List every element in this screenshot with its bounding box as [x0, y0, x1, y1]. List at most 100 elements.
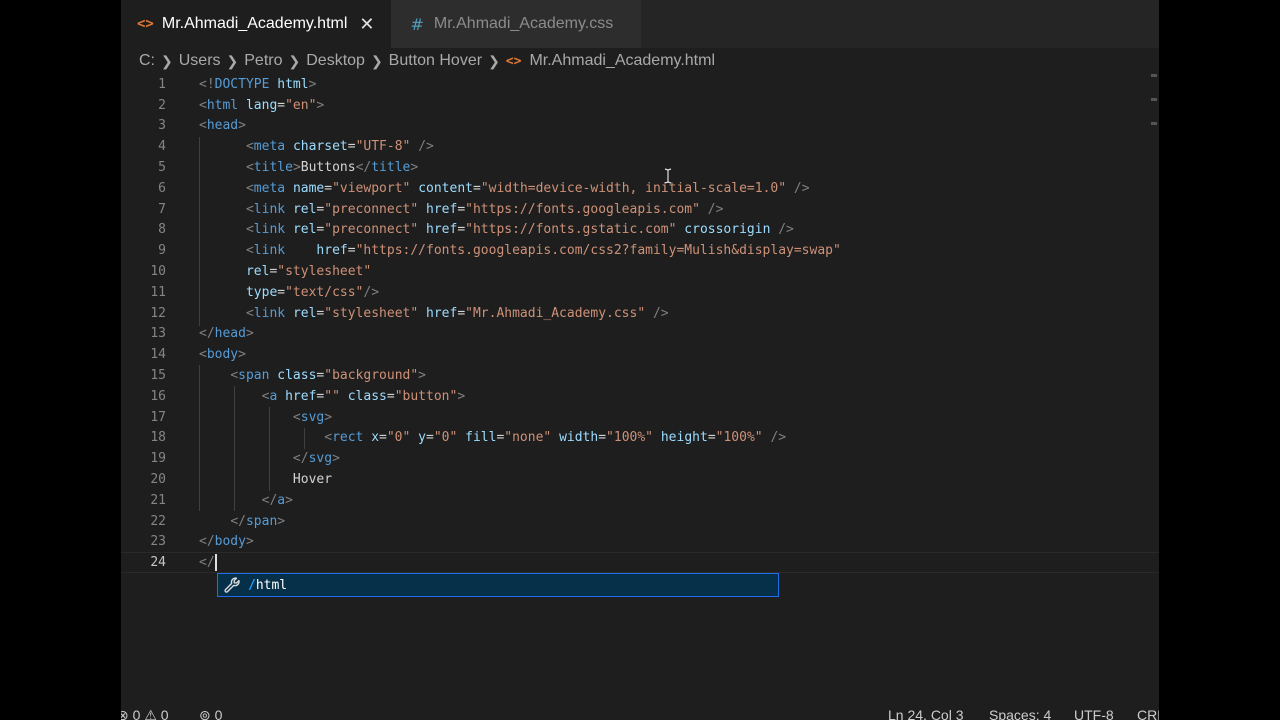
line-number: 18: [150, 430, 166, 446]
breadcrumb-item[interactable]: Petro: [244, 52, 282, 70]
breadcrumb-item[interactable]: C:: [139, 52, 155, 70]
line-number: 21: [150, 492, 166, 508]
line-number: 7: [158, 201, 166, 217]
line-number: 17: [150, 409, 166, 425]
line-number: 24: [150, 555, 166, 571]
code-line[interactable]: 11 type="text/css"/>: [121, 282, 1159, 303]
breadcrumb-item[interactable]: Users: [179, 52, 221, 70]
encoding-setting[interactable]: UTF-8: [1074, 704, 1114, 720]
breadcrumb: C: ❯ Users ❯ Petro ❯ Desktop ❯ Button Ho…: [121, 48, 1159, 74]
code-text: <link rel="preconnect" href="https://fon…: [245, 201, 724, 217]
indentation-setting[interactable]: Spaces: 4: [989, 704, 1051, 720]
code-text: </svg>: [292, 451, 340, 467]
cursor-position[interactable]: Ln 24, Col 3: [888, 704, 964, 720]
code-text: </span>: [230, 513, 286, 529]
code-line[interactable]: 21 </a>: [121, 490, 1159, 511]
code-line[interactable]: 14 <body>: [121, 344, 1159, 365]
line-number: 14: [150, 347, 166, 363]
code-text: rel="stylesheet": [245, 264, 372, 280]
ports-count: 0: [214, 707, 223, 720]
line-number: 8: [158, 222, 166, 238]
code-editor[interactable]: 1 <!DOCTYPE html> 2 <html lang="en"> 3 <head>…: [121, 74, 1159, 694]
html-file-icon: <>: [505, 53, 522, 69]
code-line[interactable]: 10 rel="stylesheet": [121, 261, 1159, 282]
code-text: <link rel="stylesheet" href="Mr.Ahmadi_A…: [245, 305, 669, 321]
tab-css-file[interactable]: # Mr.Ahmadi_Academy.css: [390, 0, 642, 48]
code-text: </head>: [199, 326, 254, 342]
breadcrumb-item[interactable]: Button Hover: [389, 52, 482, 70]
editor-window: <> Mr.Ahmadi_Academy.html ✕ # Mr.Ahmadi_…: [121, 0, 1159, 720]
line-number: 9: [158, 243, 166, 259]
chevron-right-icon: ❯: [488, 52, 500, 69]
code-line[interactable]: 22 </span>: [121, 511, 1159, 532]
code-line[interactable]: 23 </body>: [121, 532, 1159, 553]
code-text: </: [199, 554, 217, 572]
code-text: Hover: [199, 472, 333, 488]
code-line[interactable]: 12 <link rel="stylesheet" href="Mr.Ahmad…: [121, 303, 1159, 324]
code-text: <rect x="0" y="0" fill="none" width="100…: [324, 430, 787, 446]
close-icon[interactable]: ✕: [359, 14, 374, 35]
code-line[interactable]: 2 <html lang="en">: [121, 95, 1159, 116]
code-line[interactable]: 3 <head>: [121, 116, 1159, 137]
line-number: 19: [150, 451, 166, 467]
line-number: 2: [158, 97, 166, 113]
suggestion-text: /html: [248, 577, 288, 593]
status-bar: ⊗ 0 ⚠ 0 ⊚ 0 Ln 24, Col 3 Spaces: 4 UTF-8…: [121, 704, 1159, 720]
code-text: <html lang="en">: [199, 97, 325, 113]
breadcrumb-item[interactable]: Mr.Ahmadi_Academy.html: [529, 52, 715, 70]
code-line[interactable]: 13 </head>: [121, 324, 1159, 345]
chevron-right-icon: ❯: [288, 52, 301, 69]
broadcast-icon: ⊚: [199, 707, 211, 720]
html-file-icon: <>: [137, 16, 154, 32]
code-line[interactable]: 18 <rect x="0" y="0" fill="none" width="…: [121, 428, 1159, 449]
error-icon: ⊗: [121, 707, 129, 720]
chevron-right-icon: ❯: [161, 52, 173, 69]
code-line[interactable]: 5 <title>Buttons</title>: [121, 157, 1159, 178]
line-number: 13: [150, 326, 166, 342]
chevron-right-icon: ❯: [226, 52, 239, 69]
code-text: type="text/css"/>: [245, 284, 380, 300]
line-number: 20: [150, 472, 166, 488]
text-caret: [214, 554, 217, 572]
tab-label: Mr.Ahmadi_Academy.html: [161, 15, 348, 32]
warning-icon: ⚠: [144, 707, 157, 720]
line-number: 4: [158, 139, 166, 155]
code-line[interactable]: 17 <svg>: [121, 407, 1159, 428]
code-text: </a>: [261, 492, 293, 508]
code-text: <svg>: [292, 409, 333, 425]
problems-indicator[interactable]: ⊗ 0 ⚠ 0: [121, 704, 169, 720]
code-line[interactable]: 16 <a href="" class="button">: [121, 386, 1159, 407]
autocomplete-suggestion[interactable]: /html: [217, 573, 779, 597]
code-text: <span class="background">: [230, 368, 426, 384]
code-line[interactable]: 9 <link href="https://fonts.googleapis.c…: [121, 240, 1159, 261]
error-count: 0: [132, 707, 141, 720]
ports-indicator[interactable]: ⊚ 0: [199, 704, 222, 720]
code-line[interactable]: 19 </svg>: [121, 448, 1159, 469]
code-line[interactable]: 20 Hover: [121, 469, 1159, 490]
line-number: 3: [158, 118, 166, 134]
line-ending-setting[interactable]: CRL: [1137, 704, 1159, 720]
code-line[interactable]: 7 <link rel="preconnect" href="https://f…: [121, 199, 1159, 220]
line-number: 16: [150, 388, 166, 404]
code-line[interactable]: 6 <meta name="viewport" content="width=d…: [121, 178, 1159, 199]
line-number: 5: [158, 160, 166, 176]
code-line[interactable]: 24 </: [121, 552, 1159, 574]
tab-html-file[interactable]: <> Mr.Ahmadi_Academy.html ✕: [121, 0, 391, 48]
code-text: <title>Buttons</title>: [245, 160, 419, 176]
line-number: 1: [158, 76, 166, 92]
breadcrumb-item[interactable]: Desktop: [306, 52, 365, 70]
code-text: <a href="" class="button">: [261, 388, 466, 404]
code-line[interactable]: 1 <!DOCTYPE html>: [121, 74, 1159, 95]
code-line[interactable]: 15 <span class="background">: [121, 365, 1159, 386]
code-text: <link href="https://fonts.googleapis.com…: [245, 243, 841, 259]
code-text: <link rel="preconnect" href="https://fon…: [245, 222, 794, 238]
line-number: 23: [150, 534, 166, 550]
code-text: <meta name="viewport" content="width=dev…: [245, 180, 810, 196]
line-number: 10: [150, 264, 166, 280]
css-file-icon: #: [410, 14, 424, 34]
code-line[interactable]: 4 <meta charset="UTF-8" />: [121, 136, 1159, 157]
line-number: 22: [150, 513, 166, 529]
code-line[interactable]: 8 <link rel="preconnect" href="https://f…: [121, 220, 1159, 241]
warning-count: 0: [160, 707, 169, 720]
line-number: 12: [150, 305, 166, 321]
